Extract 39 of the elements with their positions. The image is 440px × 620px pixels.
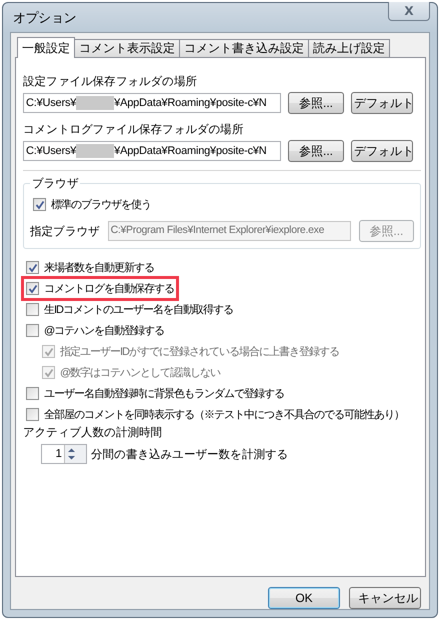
field-label: コメントログファイル保存フォルダの場所	[23, 122, 244, 137]
browse-button[interactable]: 参照...	[288, 92, 344, 114]
field-label: 設定ファイル保存フォルダの場所	[23, 74, 198, 89]
checkbox-label: コメントログを自動保存する	[44, 282, 174, 296]
checkbox-label: 生IDコメントのユーザー名を自動取得する	[44, 303, 233, 317]
section-label: アクティブ人数の計測時間	[23, 425, 162, 440]
checkbox[interactable]	[26, 387, 39, 400]
checkbox[interactable]	[26, 408, 39, 421]
group-legend: ブラウザ	[30, 176, 80, 191]
default-button[interactable]: デフォルト	[351, 140, 413, 162]
tab[interactable]: コメント書き込み設定	[179, 39, 309, 57]
path-field[interactable]: C:¥Users¥ ¥AppData¥Roaming¥posite-c¥N	[23, 141, 281, 161]
tab[interactable]: コメント表示設定	[74, 39, 180, 57]
checkbox-label: @数字はコテハンとして認識しない	[60, 366, 220, 380]
tab[interactable]: 一般設定	[17, 37, 75, 58]
dialog-button[interactable]: キャンセル	[349, 587, 421, 609]
browse-button[interactable]: 参照...	[288, 140, 344, 162]
checkbox-label: ユーザー名自動登録時に背景色もランダムで登録する	[44, 386, 284, 401]
close-button[interactable]: X	[388, 2, 430, 21]
checkbox-label: @コテハンを自動登録する	[44, 324, 164, 338]
redaction-block	[76, 144, 114, 158]
checkbox-label: 指定ユーザーIDがすでに登録されている場合に上書き登録する	[60, 344, 339, 359]
redaction-block	[76, 96, 114, 110]
spin-arrows-icon[interactable]	[64, 445, 86, 463]
path-field[interactable]: C:¥Users¥ ¥AppData¥Roaming¥posite-c¥N	[23, 93, 281, 113]
checkbox[interactable]	[26, 261, 39, 274]
checkbox[interactable]	[26, 324, 39, 337]
tab[interactable]: 読み上げ設定	[308, 39, 390, 57]
default-button[interactable]: デフォルト	[351, 92, 413, 114]
spinner-label: 分間の書き込みユーザー数を計測する	[91, 447, 288, 462]
checkbox[interactable]	[26, 282, 39, 295]
field-label: 指定ブラウザ	[30, 224, 100, 238]
checkbox-label: 標準のブラウザを使う	[51, 198, 151, 212]
checkbox-label: 来場者数を自動更新する	[44, 260, 154, 275]
number-spinner[interactable]: 1	[41, 444, 87, 464]
window-title: オプション	[12, 8, 76, 26]
checkbox[interactable]	[26, 303, 39, 316]
dialog-button[interactable]: OK	[268, 587, 340, 609]
checkbox-label: 全部屋のコメントを同時表示する（※テスト中につき不具合のでる可能性あり）	[44, 408, 404, 422]
